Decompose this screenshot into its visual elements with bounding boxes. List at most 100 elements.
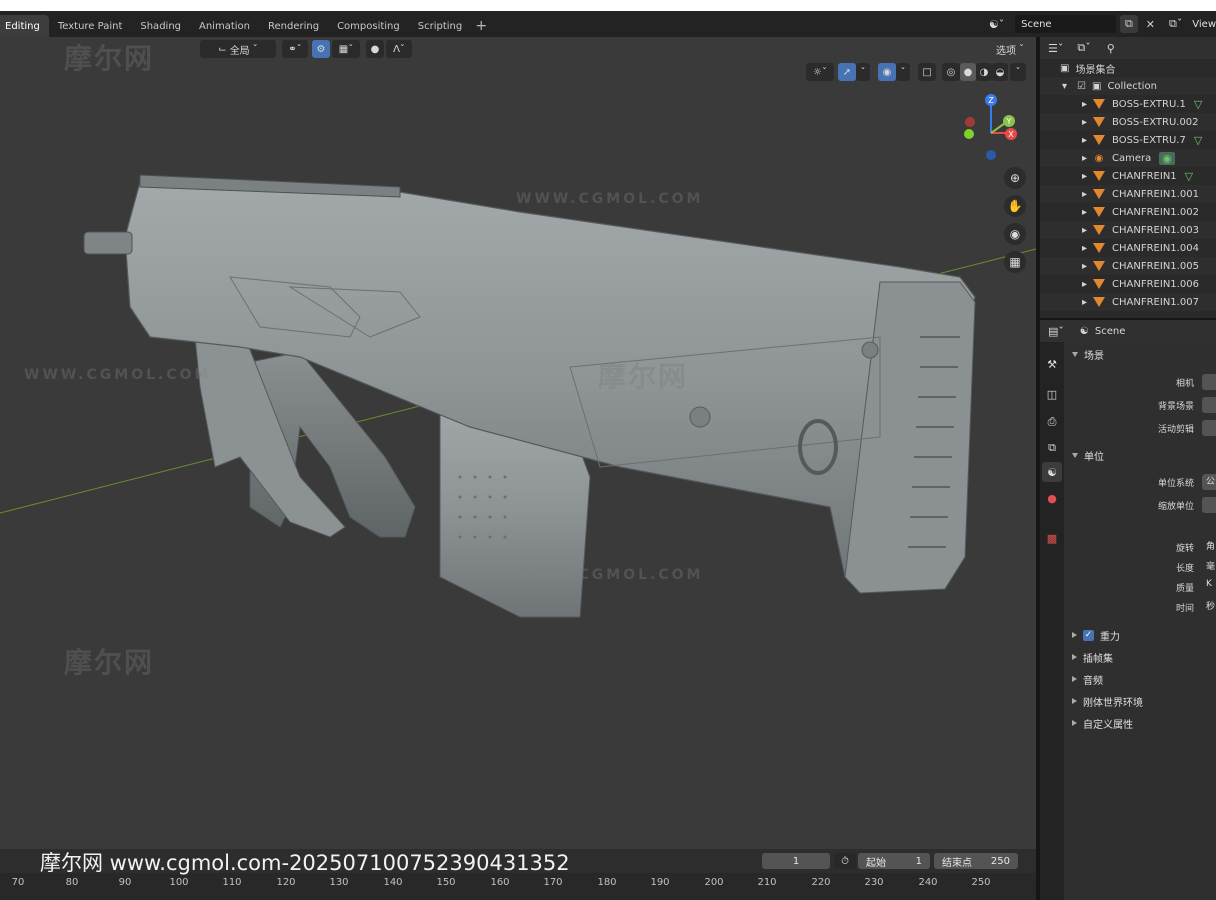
scene-icon[interactable]: ☯ˇ [982,15,1011,33]
length-field[interactable]: 毫 [1202,559,1216,575]
render-icon[interactable]: ◫ [1042,384,1062,404]
outliner-item[interactable]: ▸ BOSS-EXTRU.1 ▽ [1040,95,1216,113]
view-layer-label[interactable]: View [1192,19,1216,30]
hand-icon[interactable]: ✋ [1004,195,1026,217]
filter-icon[interactable]: ⧉ˇ [1077,41,1090,55]
falloff-dropdown[interactable]: Λˇ [386,40,412,58]
active-clip-field[interactable] [1202,420,1216,436]
view-layer-icon[interactable]: ⧉ [1042,438,1062,458]
grid-icon[interactable]: ▦ [1004,251,1026,273]
gizmo-toggle[interactable]: ➚ [838,63,856,81]
custom-properties-panel-header[interactable]: 自定义属性 [1064,713,1216,733]
rigid-body-world-panel-header[interactable]: 刚体世界环境 [1064,691,1216,711]
unit-scale-field[interactable] [1202,497,1216,513]
overlay-toggle[interactable]: ◉ [878,63,896,81]
outliner-item[interactable]: ▸ CHANFREIN1.002 [1040,203,1216,221]
display-mode-icon[interactable]: ☰ˇ [1048,42,1063,55]
gravity-panel-header[interactable]: ✓ 重力 [1064,625,1216,645]
expand-icon[interactable]: ▸ [1082,171,1087,182]
tab-texture-paint[interactable]: Texture Paint [49,15,132,37]
outliner-item[interactable]: ▸ CHANFREIN1 ▽ [1040,167,1216,185]
outliner-item[interactable]: ▸ CHANFREIN1.007 [1040,293,1216,311]
texture-icon[interactable]: ▩ [1042,528,1062,548]
delete-scene-icon[interactable]: ✕ [1142,15,1159,33]
pivot-point-dropdown[interactable]: ⚭ˇ [282,40,308,58]
outliner-item[interactable]: ▸ CHANFREIN1.001 [1040,185,1216,203]
tab-scripting[interactable]: Scripting [409,15,471,37]
expand-icon[interactable]: ▸ [1082,153,1087,164]
expand-icon[interactable]: ▸ [1082,261,1087,272]
mesh-data-icon[interactable]: ▽ [1194,134,1202,147]
start-frame-field[interactable]: 起始 1 [858,853,930,869]
scene-collection-row[interactable]: ▣ 场景集合 [1040,59,1216,77]
proportional-edit-toggle[interactable]: ● [366,40,384,58]
current-frame-field[interactable]: 1 [762,853,830,869]
expand-icon[interactable]: ▸ [1082,279,1087,290]
tab-compositing[interactable]: Compositing [328,15,409,37]
options-dropdown[interactable]: 选项 ˇ [988,40,1032,58]
expand-icon[interactable]: ▸ [1082,207,1087,218]
world-icon[interactable]: ● [1042,488,1062,508]
expand-icon[interactable]: ▸ [1082,99,1087,110]
collection-row[interactable]: ▾ ☑ ▣ Collection [1040,77,1216,95]
expand-icon[interactable]: ▸ [1082,225,1087,236]
outliner-item[interactable]: ▸ CHANFREIN1.005 [1040,257,1216,275]
audio-panel-header[interactable]: 音频 [1064,669,1216,689]
tool-icon[interactable]: ⚒ [1042,354,1062,374]
xray-toggle[interactable]: □ [918,63,936,81]
overlay-dropdown[interactable]: ˇ [896,63,910,81]
expand-icon[interactable]: ▸ [1082,243,1087,254]
search-icon[interactable]: ⚲ [1107,42,1115,55]
output-icon[interactable]: ⎙ [1042,412,1062,432]
new-scene-icon[interactable]: ⧉ [1120,15,1138,33]
camera-data-icon[interactable]: ◉ [1159,151,1175,165]
stopwatch-icon[interactable]: ⏱ [834,853,856,869]
end-frame-field[interactable]: 结束点 250 [934,853,1018,869]
camera-field[interactable] [1202,374,1216,390]
expand-icon[interactable]: ▸ [1082,117,1087,128]
tab-shading[interactable]: Shading [131,15,190,37]
expand-icon[interactable]: ▸ [1082,297,1087,308]
outliner-panel[interactable]: ☰ˇ ⧉ˇ ⚲ ▣ 场景集合 ▾ ☑ ▣ Collection ▸ BOSS-E… [1040,37,1216,320]
background-scene-field[interactable] [1202,397,1216,413]
tab-animation[interactable]: Animation [190,15,259,37]
outliner-item[interactable]: ▸ CHANFREIN1.003 [1040,221,1216,239]
checkbox-icon[interactable]: ☑ [1077,81,1086,92]
properties-editor[interactable]: ▤ˇ ☯ Scene ⚒ ◫ ⎙ ⧉ ☯ ● ▩ 场景 相机 背景场景 活动剪辑… [1040,320,1216,900]
tab-editing[interactable]: Editing [0,15,49,37]
shading-wireframe-button[interactable]: ◎ [942,63,960,81]
magnifier-icon[interactable]: ⊕ [1004,167,1026,189]
mass-field[interactable]: K [1202,579,1216,595]
outliner-item[interactable]: ▸ BOSS-EXTRU.002 [1040,113,1216,131]
3d-viewport[interactable]: 摩尔网 摩尔网 摩尔网 WWW.CGMOL.COM WWW.CGMOL.COM … [0,37,1036,849]
unit-system-field[interactable]: 公 [1202,474,1216,490]
shading-material-button[interactable]: ◑ [976,63,992,81]
gizmo-dropdown[interactable]: ˇ [856,63,870,81]
tab-rendering[interactable]: Rendering [259,15,328,37]
chevron-down-icon[interactable]: ▾ [1062,81,1067,92]
shading-solid-button[interactable]: ● [960,63,976,81]
outliner-item[interactable]: ▸ CHANFREIN1.006 [1040,275,1216,293]
scene-name-field[interactable]: Scene [1015,15,1117,33]
editor-type-icon[interactable]: ▤ˇ [1048,325,1064,338]
mesh-data-icon[interactable]: ▽ [1194,98,1202,111]
expand-icon[interactable]: ▸ [1082,189,1087,200]
outliner-item[interactable]: ▸ CHANFREIN1.004 [1040,239,1216,257]
rotation-field[interactable]: 角 [1202,539,1216,555]
visibility-dropdown[interactable]: ☼ˇ [806,63,834,81]
mesh-data-icon[interactable]: ▽ [1185,170,1193,183]
camera-icon[interactable]: ◉ [1004,223,1026,245]
outliner-item[interactable]: ▸ ◉ Camera ◉ [1040,149,1216,167]
timeline-ruler[interactable]: 70 80 90 100 110 120 130 140 150 160 170… [0,873,1036,900]
view-layer-icon[interactable]: ⧉ˇ [1163,15,1188,33]
gravity-checkbox[interactable]: ✓ [1083,629,1094,641]
outliner-item[interactable]: ▸ BOSS-EXTRU.7 ▽ [1040,131,1216,149]
navigation-gizmo[interactable]: Z X Y [956,93,1026,163]
add-workspace-button[interactable]: + [471,15,491,37]
shading-rendered-button[interactable]: ◒ [992,63,1008,81]
expand-icon[interactable]: ▸ [1082,135,1087,146]
snap-toggle[interactable]: ⚙ [312,40,330,58]
transform-orientation-dropdown[interactable]: ⌙ 全局 ˇ [200,40,276,58]
units-panel-header[interactable]: 单位 [1064,445,1216,465]
keying-sets-panel-header[interactable]: 插帧集 [1064,647,1216,667]
